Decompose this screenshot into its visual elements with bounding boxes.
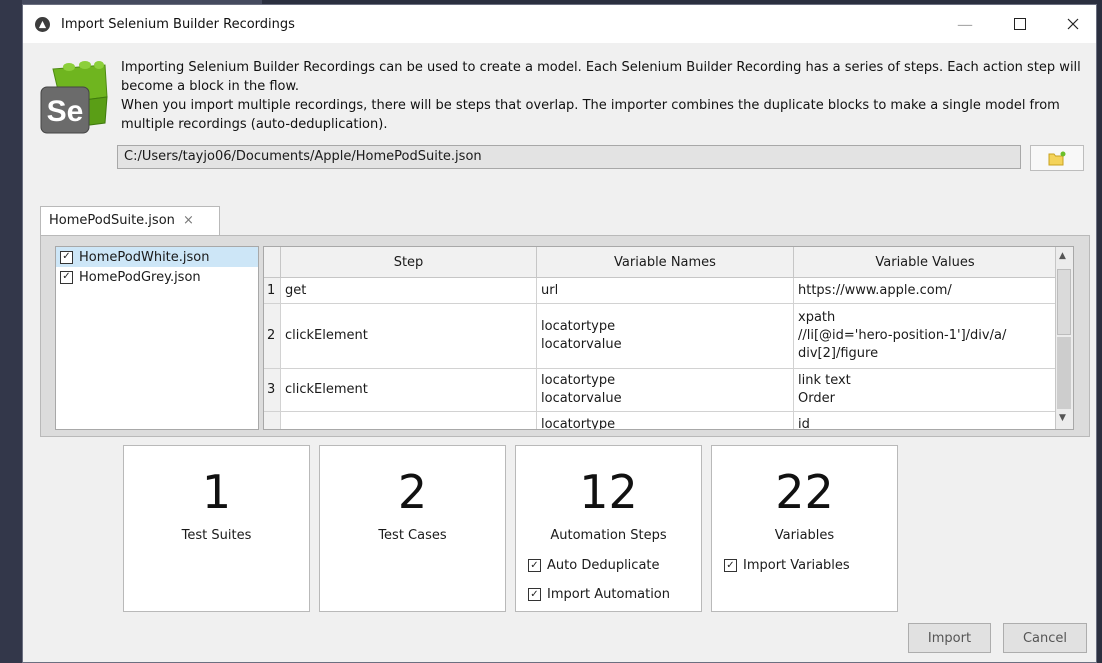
file-name: HomePodWhite.json — [79, 249, 210, 265]
row-number: 2 — [264, 304, 281, 368]
option-label: Auto Deduplicate — [547, 558, 660, 573]
variable-name: locatortype — [541, 319, 616, 334]
variable-value: Order — [798, 391, 835, 406]
variable-names-cell: url — [537, 278, 794, 303]
close-button[interactable] — [1050, 11, 1096, 37]
folder-icon — [1048, 151, 1066, 165]
selenium-logo-icon: Se — [40, 61, 108, 134]
variable-names-cell: locatortype — [537, 412, 794, 430]
import-dialog: Import Selenium Builder Recordings — Se … — [22, 4, 1097, 663]
list-item[interactable]: ✓ HomePodWhite.json — [56, 247, 258, 267]
table-body: 1 get url https://www.apple.com/ 2 click… — [264, 278, 1057, 430]
variable-value: //li[@id='hero-position-1']/div/a/ — [798, 328, 1007, 343]
cancel-button[interactable]: Cancel — [1003, 623, 1087, 653]
step-cell: clickElement — [281, 369, 537, 411]
variable-name: locatorvalue — [541, 337, 622, 352]
variable-name: locatorvalue — [541, 391, 622, 406]
intro-paragraph-2: When you import multiple recordings, the… — [121, 98, 1060, 132]
variable-values-cell: id — [794, 412, 1056, 430]
column-header-variable-values[interactable]: Variable Values — [794, 247, 1056, 277]
variable-value: https://www.apple.com/ — [798, 282, 952, 298]
option-label: Import Variables — [743, 558, 850, 573]
scroll-up-icon[interactable]: ▲ — [1059, 251, 1066, 261]
tab-panel: ✓ HomePodWhite.json ✓ HomePodGrey.json S… — [40, 235, 1090, 437]
stat-test-cases: 2 Test Cases — [319, 445, 506, 612]
browse-folder-button[interactable] — [1030, 145, 1084, 171]
stat-variables: 22 Variables ✓ Import Variables — [711, 445, 898, 612]
column-header-step[interactable]: Step — [281, 247, 537, 277]
stat-label: Automation Steps — [550, 528, 667, 543]
step-cell: clickElement — [281, 304, 537, 368]
import-button[interactable]: Import — [908, 623, 991, 653]
stat-automation-steps: 12 Automation Steps ✓ Auto Deduplicate ✓… — [515, 445, 702, 612]
variable-names-cell: locatortype locatorvalue — [537, 369, 794, 411]
variable-names-cell: locatortype locatorvalue — [537, 304, 794, 368]
step-cell — [281, 412, 537, 429]
tab-label: HomePodSuite.json — [49, 213, 175, 228]
row-number: 1 — [264, 278, 281, 303]
variable-value: div[2]/figure — [798, 346, 879, 361]
stat-value: 1 — [201, 465, 232, 519]
stat-test-suites: 1 Test Suites — [123, 445, 310, 612]
option-label: Import Automation — [547, 587, 670, 602]
stat-value: 12 — [579, 465, 638, 519]
variable-value: link text — [798, 373, 851, 388]
variable-values-cell: xpath //li[@id='hero-position-1']/div/a/… — [794, 304, 1056, 368]
stat-value: 2 — [397, 465, 428, 519]
table-row[interactable]: 2 clickElement locatortype locatorvalue … — [264, 304, 1057, 369]
variable-value: id — [798, 417, 810, 430]
variable-name: url — [541, 282, 559, 298]
file-name: HomePodGrey.json — [79, 269, 201, 285]
intro-text: Importing Selenium Builder Recordings ca… — [121, 58, 1089, 134]
auto-deduplicate-option[interactable]: ✓ Auto Deduplicate — [528, 558, 660, 573]
import-variables-checkbox[interactable]: ✓ — [724, 559, 737, 572]
auto-deduplicate-checkbox[interactable]: ✓ — [528, 559, 541, 572]
row-number: 3 — [264, 369, 281, 411]
variable-values-cell: link text Order — [794, 369, 1056, 411]
variable-name: locatortype — [541, 417, 616, 430]
variable-values-cell: https://www.apple.com/ — [794, 278, 1056, 303]
intro-paragraph-1: Importing Selenium Builder Recordings ca… — [121, 60, 1081, 94]
row-number — [264, 412, 281, 429]
list-item[interactable]: ✓ HomePodGrey.json — [56, 267, 258, 287]
maximize-icon — [1014, 18, 1026, 30]
scroll-down-icon[interactable]: ▼ — [1059, 413, 1066, 423]
close-icon — [1067, 18, 1079, 30]
table-row[interactable]: 3 clickElement locatortype locatorvalue … — [264, 369, 1057, 412]
scroll-track — [1057, 337, 1071, 409]
stat-value: 22 — [775, 465, 834, 519]
import-automation-checkbox[interactable]: ✓ — [528, 588, 541, 601]
background-left-panel — [0, 0, 22, 663]
table-row[interactable]: locatortype id — [264, 412, 1057, 430]
variable-name: locatortype — [541, 373, 616, 388]
import-variables-option[interactable]: ✓ Import Variables — [724, 558, 850, 573]
variable-value: xpath — [798, 310, 836, 325]
column-header-variable-names[interactable]: Variable Names — [537, 247, 794, 277]
table-scrollbar[interactable]: ▲ ▼ — [1055, 247, 1073, 429]
maximize-button[interactable] — [997, 11, 1043, 37]
tab-close-icon[interactable]: × — [183, 213, 194, 228]
scroll-thumb[interactable] — [1057, 269, 1071, 335]
stat-label: Variables — [774, 528, 835, 543]
app-icon — [35, 17, 50, 32]
table-row[interactable]: 1 get url https://www.apple.com/ — [264, 278, 1057, 304]
recording-list: ✓ HomePodWhite.json ✓ HomePodGrey.json — [55, 246, 259, 430]
tab-homepodsuite[interactable]: HomePodSuite.json × — [40, 206, 220, 236]
step-cell: get — [281, 278, 537, 303]
checkbox[interactable]: ✓ — [60, 270, 73, 284]
checkbox[interactable]: ✓ — [60, 250, 73, 264]
steps-table: Step Variable Names Variable Values 1 ge… — [263, 246, 1074, 430]
title-bar: Import Selenium Builder Recordings — — [23, 5, 1096, 43]
row-number-header — [264, 247, 281, 277]
svg-text:Se: Se — [47, 95, 84, 128]
window-title: Import Selenium Builder Recordings — [61, 17, 295, 32]
file-path-field[interactable]: C:/Users/tayjo06/Documents/Apple/HomePod… — [117, 145, 1021, 169]
import-automation-option[interactable]: ✓ Import Automation — [528, 587, 670, 602]
stat-label: Test Suites — [181, 528, 252, 543]
minimize-button[interactable]: — — [942, 11, 988, 37]
stat-label: Test Cases — [378, 528, 447, 543]
table-header: Step Variable Names Variable Values — [264, 247, 1057, 278]
